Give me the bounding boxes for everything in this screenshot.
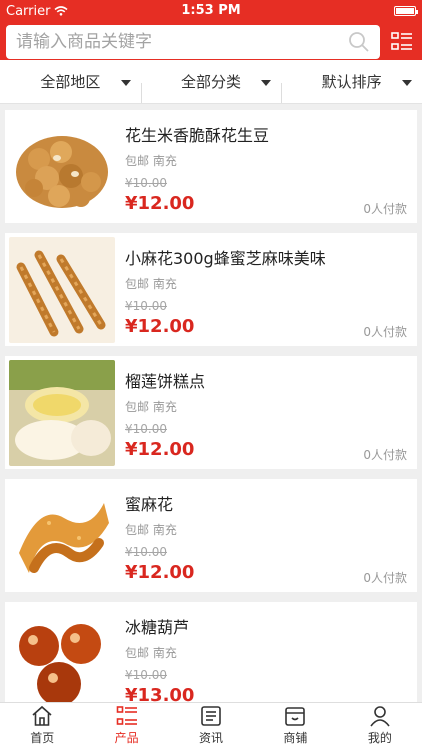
bottom-tab-bar: 首页 产品 资讯 商铺 我的 — [0, 702, 422, 750]
product-title: 蜜麻花 — [125, 495, 174, 514]
battery-icon — [394, 6, 418, 16]
product-title: 小麻花300g蜂蜜芝麻味美味 — [125, 249, 326, 268]
status-bar: Carrier 1:53 PM — [0, 0, 422, 22]
tab-label: 资讯 — [199, 731, 224, 745]
original-price: ¥10.00 — [125, 545, 167, 559]
original-price: ¥10.00 — [125, 299, 167, 313]
sold-count: 0人付款 — [363, 325, 407, 339]
shop-icon — [285, 707, 306, 726]
sold-count: 0人付款 — [363, 202, 407, 216]
sale-price: ¥12.00 — [125, 562, 195, 583]
tab-label: 首页 — [30, 731, 55, 745]
tab-label: 我的 — [367, 731, 392, 745]
tab-news[interactable]: 资讯 — [169, 703, 253, 750]
search-icon[interactable] — [348, 31, 370, 53]
sale-price: ¥12.00 — [125, 439, 195, 460]
category-menu-icon[interactable] — [390, 30, 414, 54]
product-card[interactable]: 花生米香脆酥花生豆 包邮 南充 ¥10.00 ¥12.00 0人付款 — [5, 110, 417, 223]
product-card[interactable]: 冰糖葫芦 包邮 南充 ¥10.00 ¥13.00 — [5, 602, 417, 715]
news-icon — [201, 706, 221, 726]
tab-label: 产品 — [114, 731, 139, 745]
caret-down-icon — [261, 79, 272, 86]
product-title: 榴莲饼糕点 — [125, 372, 206, 391]
product-card[interactable]: 榴莲饼糕点 包邮 南充 ¥10.00 ¥12.00 0人付款 — [5, 356, 417, 469]
product-image — [9, 114, 115, 220]
profile-icon — [370, 706, 390, 727]
sale-price: ¥12.00 — [125, 193, 195, 214]
product-meta: 包邮 南充 — [125, 277, 177, 291]
original-price: ¥10.00 — [125, 668, 167, 682]
product-image — [9, 483, 115, 589]
product-card[interactable]: 小麻花300g蜂蜜芝麻味美味 包邮 南充 ¥10.00 ¥12.00 0人付款 — [5, 233, 417, 346]
tab-profile[interactable]: 我的 — [338, 703, 422, 750]
original-price: ¥10.00 — [125, 176, 167, 190]
product-image — [9, 360, 115, 466]
search-box[interactable] — [6, 25, 380, 59]
product-image — [9, 237, 115, 343]
product-list-icon — [116, 706, 137, 725]
caret-down-icon — [120, 79, 131, 86]
filter-bar: 全部地区 全部分类 默认排序 — [0, 60, 422, 104]
caret-down-icon — [402, 79, 413, 86]
original-price: ¥10.00 — [125, 422, 167, 436]
product-meta: 包邮 南充 — [125, 400, 177, 414]
product-meta: 包邮 南充 — [125, 154, 177, 168]
product-meta: 包邮 南充 — [125, 646, 177, 660]
home-icon — [32, 705, 52, 726]
filter-category[interactable]: 全部分类 — [140, 71, 282, 103]
product-list: 花生米香脆酥花生豆 包邮 南充 ¥10.00 ¥12.00 0人付款 小麻花30… — [0, 104, 422, 715]
search-input[interactable] — [16, 32, 348, 52]
tab-home[interactable]: 首页 — [0, 703, 84, 750]
tab-label: 商铺 — [283, 731, 308, 745]
sold-count: 0人付款 — [363, 448, 407, 462]
header: Carrier 1:53 PM — [0, 0, 422, 60]
status-time: 1:53 PM — [181, 3, 241, 18]
tab-shop[interactable]: 商铺 — [253, 703, 337, 750]
product-title: 冰糖葫芦 — [125, 618, 190, 637]
product-title: 花生米香脆酥花生豆 — [125, 126, 270, 145]
filter-sort[interactable]: 默认排序 — [281, 71, 422, 103]
sale-price: ¥12.00 — [125, 316, 195, 337]
tab-products[interactable]: 产品 — [84, 703, 168, 750]
product-card[interactable]: 蜜麻花 包邮 南充 ¥10.00 ¥12.00 0人付款 — [5, 479, 417, 592]
product-meta: 包邮 南充 — [125, 523, 177, 537]
product-image — [9, 606, 115, 712]
sold-count: 0人付款 — [363, 571, 407, 585]
filter-region[interactable]: 全部地区 — [0, 71, 141, 92]
